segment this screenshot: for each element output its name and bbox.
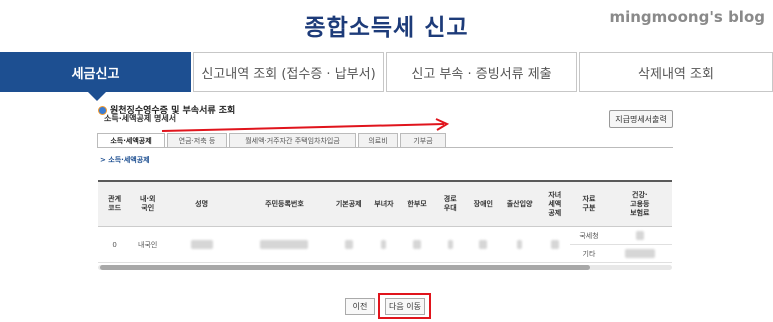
blog-watermark: mingmoong's blog — [609, 8, 765, 26]
deduction-table: 관계 코드 내·외 국인 성명 주민등록번호 기본공제 부녀자 한부모 경로 우대 장… — [98, 180, 672, 263]
next-button[interactable]: 다음 이동 — [385, 298, 425, 315]
resident-number-cell-blurred — [238, 226, 331, 263]
col-resident-number: 주민등록번호 — [238, 182, 331, 227]
col-women: 부녀자 — [367, 182, 401, 227]
rel-code-cell: 0 — [98, 226, 132, 263]
table-header-row: 관계 코드 내·외 국인 성명 주민등록번호 기본공제 부녀자 한부모 경로 우대 장… — [98, 182, 672, 227]
nationality-cell: 내국인 — [131, 226, 165, 263]
horizontal-scrollbar-thumb[interactable] — [100, 265, 590, 270]
subtab-income-deduction[interactable]: 소득·세액공제 — [97, 133, 165, 148]
red-annotation-arrow — [161, 118, 450, 132]
tab-filing-history[interactable]: 신고내역 조회 (접수증 · 납부서) — [193, 52, 384, 92]
child-credit-cell-blurred — [539, 226, 571, 263]
women-cell-blurred — [367, 226, 401, 263]
elderly-cell-blurred — [433, 226, 467, 263]
single-parent-cell-blurred — [400, 226, 434, 263]
source-cell: 기타 — [570, 244, 608, 263]
source-cell: 국세청 — [570, 226, 608, 245]
col-insurance: 건강· 고용등 보험료 — [607, 182, 672, 227]
insurance-cell-blurred — [607, 244, 672, 263]
basic-deduction-cell-blurred — [330, 226, 368, 263]
subtab-divider — [97, 147, 673, 148]
prev-button[interactable]: 이전 — [345, 298, 375, 315]
tab-tax-filing[interactable]: 세금신고 — [0, 52, 191, 92]
tab-deleted-history[interactable]: 삭제내역 조회 — [579, 52, 773, 92]
col-basic-deduction: 기본공제 — [330, 182, 368, 227]
name-cell-blurred — [164, 226, 239, 263]
col-rel-code: 관계 코드 — [98, 182, 132, 227]
print-statement-button[interactable]: 지급명세서출력 — [609, 110, 673, 128]
insurance-cell-blurred — [607, 226, 672, 245]
col-name: 성명 — [164, 182, 239, 227]
col-childbirth: 출산입양 — [499, 182, 540, 227]
disabled-cell-blurred — [466, 226, 500, 263]
childbirth-cell-blurred — [499, 226, 540, 263]
col-nationality: 내·외 국인 — [131, 182, 165, 227]
table-row: 0 내국인 국세청 — [98, 226, 672, 263]
breadcrumb: > 소득·세액공제 — [100, 156, 150, 164]
col-child-credit: 자녀 세액 공제 — [539, 182, 571, 227]
col-single-parent: 한부모 — [400, 182, 434, 227]
active-tab-pointer — [88, 92, 106, 101]
col-disabled: 장애인 — [466, 182, 500, 227]
tab-submit-documents[interactable]: 신고 부속 · 증빙서류 제출 — [386, 52, 577, 92]
col-elderly: 경로 우대 — [433, 182, 467, 227]
col-source: 자료 구분 — [570, 182, 608, 227]
main-tab-bar: 세금신고 신고내역 조회 (접수증 · 납부서) 신고 부속 · 증빙서류 제출… — [0, 52, 773, 101]
